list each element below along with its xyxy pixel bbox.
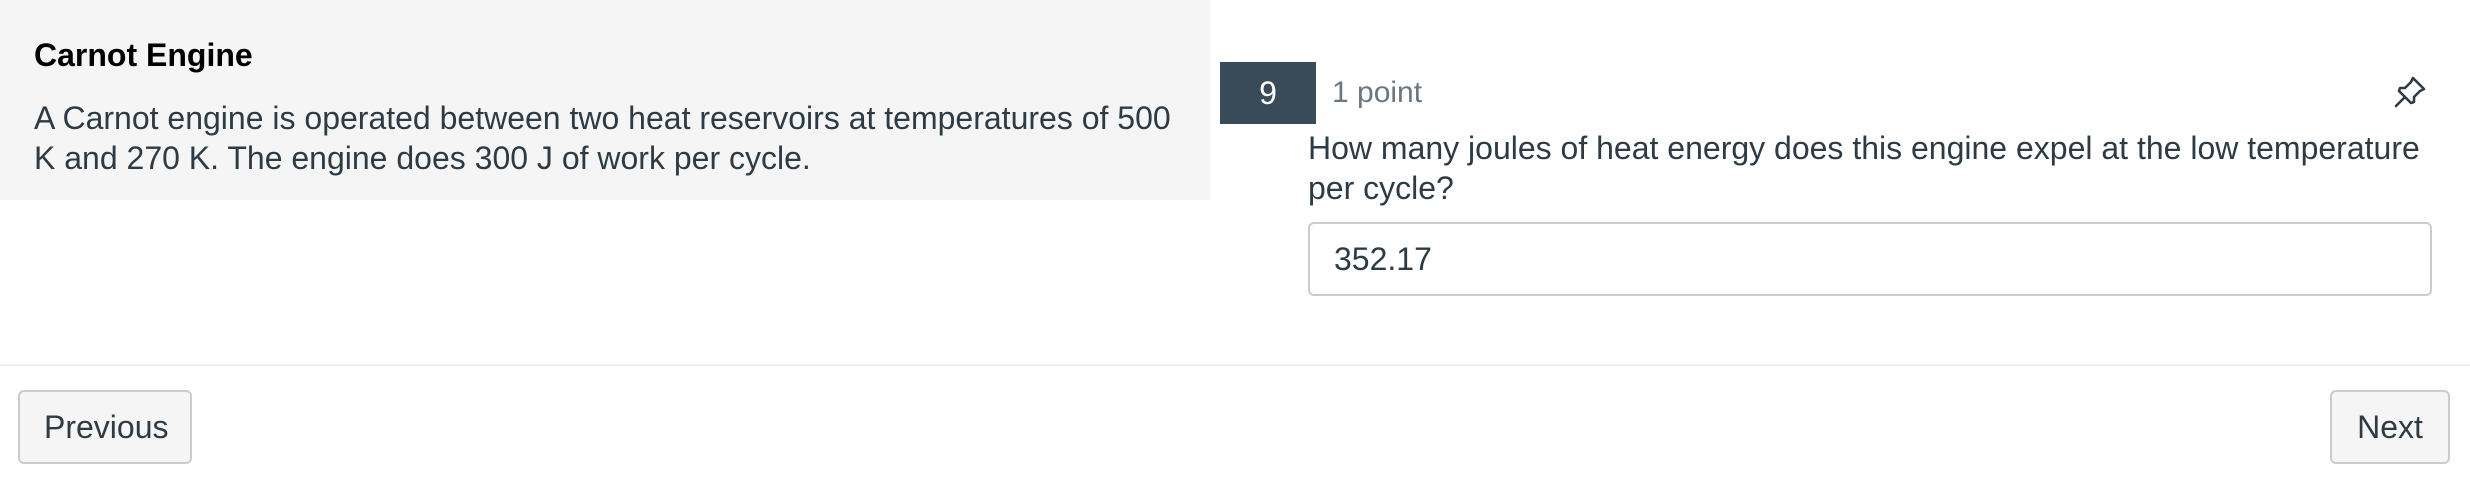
question-points: 1 point [1332, 76, 1423, 109]
previous-button[interactable]: Previous [18, 390, 192, 464]
question-text: How many joules of heat energy does this… [1308, 130, 2420, 206]
footer-divider [0, 364, 2470, 366]
answer-input[interactable] [1308, 222, 2432, 296]
question-number: 9 [1220, 62, 1316, 124]
question-panel: 9 1 point How many joules of heat energy… [1220, 0, 2440, 340]
stimulus-title: Carnot Engine [34, 37, 253, 73]
stimulus-body: A Carnot engine is operated between two … [34, 100, 1171, 176]
next-button[interactable]: Next [2330, 390, 2450, 464]
quiz-page: Carnot Engine A Carnot engine is operate… [0, 0, 2470, 478]
stimulus-panel: Carnot Engine A Carnot engine is operate… [0, 0, 1210, 200]
pin-icon[interactable] [2390, 72, 2430, 112]
